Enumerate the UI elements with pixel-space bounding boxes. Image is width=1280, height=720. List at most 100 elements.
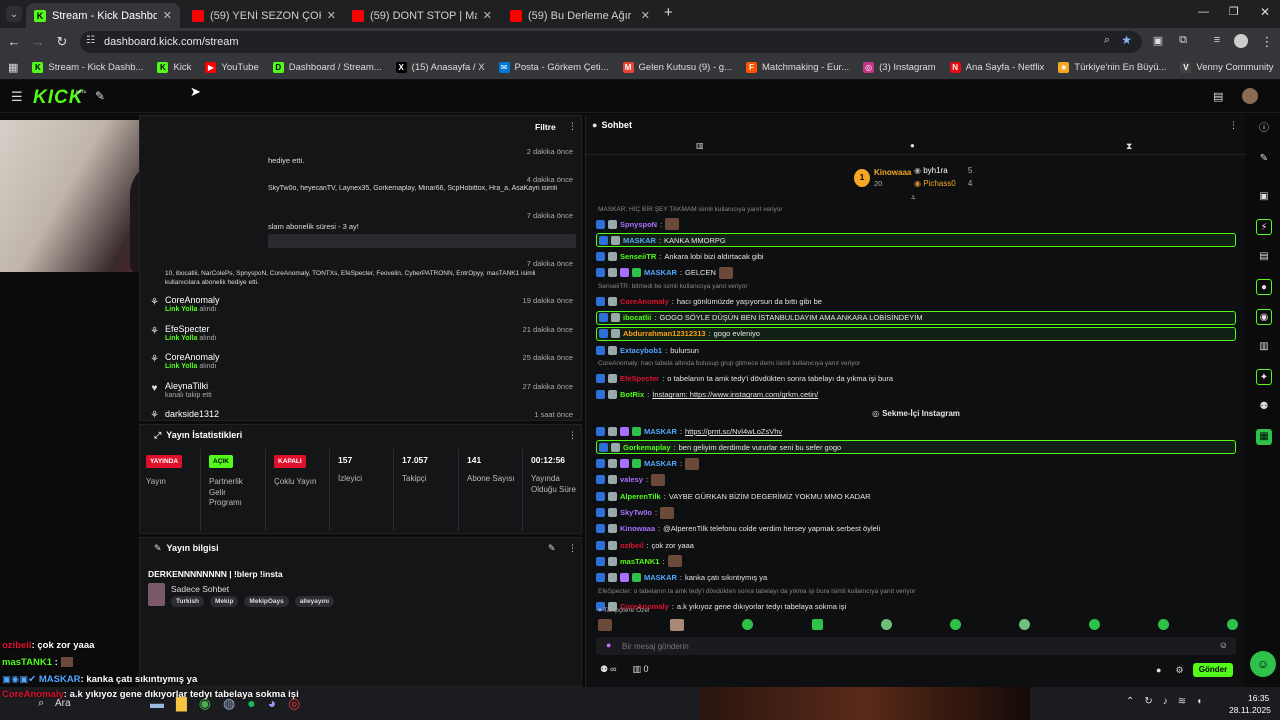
site-info-icon[interactable]: ☷ [86,35,95,46]
lightning-icon[interactable]: ⚡ [1256,219,1272,235]
tag[interactable]: Mekip [210,596,239,607]
chat-message[interactable]: MASKAR: [596,457,1236,471]
leader-name[interactable]: Pichass0 [923,179,955,188]
tab-youtube-2[interactable]: (59) DONT STOP | Madara Old ✕ [344,3,500,28]
file-explorer-icon[interactable]: ▇ [176,695,187,712]
emote-picker-icon[interactable]: ☺ [1219,640,1228,650]
volume-icon[interactable]: ◖ [1196,696,1202,707]
bookmark-item[interactable]: N Ana Sayfa - Netflix [949,62,1044,73]
leader-name[interactable]: Kinowaaa [874,168,911,177]
chat-username[interactable]: Gorkemaplay [623,443,671,452]
reading-list-icon[interactable]: ≡ [1209,34,1225,46]
category-name[interactable]: Sadece Sohbet [171,584,229,594]
chat-username[interactable]: MASKAR [623,236,656,245]
chat-username[interactable]: Kinowaaa [620,524,655,533]
hamburger-menu-icon[interactable]: ☰ [11,89,23,105]
chat-username[interactable]: Extacybob1 [620,346,662,355]
chat-message[interactable]: AlperenTilk: VAYBE GÜRKAN BİZİM DEGERİMİZ… [596,489,1236,503]
tab-kick-dashboard[interactable]: K Stream - Kick Dashboard ✕ [26,3,180,28]
chat-message[interactable]: valesy: [596,473,1236,487]
bookmark-item[interactable]: V Venny Community [1180,62,1274,73]
support-chat-button[interactable]: ☺ [1250,651,1276,677]
bookmark-item[interactable]: ▶ YouTube [205,62,259,73]
green-emote[interactable] [1019,619,1031,630]
grid-icon[interactable]: ▦ [1256,429,1272,445]
chat-message[interactable]: masTANK1: [596,554,1236,568]
green-emote[interactable] [880,619,892,630]
clock-date[interactable]: 28.11.2025 [1229,705,1271,715]
pin-icon[interactable]: ✎ [95,89,105,103]
clock-time[interactable]: 16:35 [1248,693,1269,703]
new-tab-button[interactable]: + [664,4,673,21]
zoom-icon[interactable]: ⌕ [1104,34,1110,47]
gifts-tab-icon[interactable]: ▥ [696,141,704,150]
wrench-icon[interactable]: ✦ [1256,369,1272,385]
tab-youtube-1[interactable]: (59) YENİ SEZON ÇOK FENA BA ✕ [184,3,344,28]
broadcast-icon[interactable]: ◉ [1256,309,1272,325]
bookmark-item[interactable]: ✉ Posta - Görkem Çeti... [498,62,609,73]
chat-message[interactable]: MASKAR: GELCEN [596,266,1236,280]
tab-list-dropdown-icon[interactable]: ⌄ [6,6,22,22]
chat-message[interactable]: CoreAnomaly: a.k yıkıyoz gene dıkıyorlar … [596,599,1236,613]
bookmark-item[interactable]: K Stream - Kick Dashb... [32,62,143,73]
leader-name[interactable]: byh1ra [923,166,947,175]
bookmark-item[interactable]: D Dashboard / Stream... [272,62,382,73]
bookmark-star-icon[interactable]: ★ [1121,33,1132,47]
chat-bubble-icon[interactable]: ● [1156,665,1161,676]
timer-tab-icon[interactable]: ⧗ [1126,141,1132,152]
chat-message[interactable]: Extacybob1: bulursun [596,343,1236,357]
layers-icon[interactable]: ▥ [1256,339,1272,355]
chat-username[interactable]: ozibeil [620,541,643,550]
screen-icon[interactable]: ▣ [1256,189,1272,205]
chat-username[interactable]: CoreAnomaly [620,297,669,306]
address-bar[interactable]: ☷ dashboard.kick.com/stream ⌕ ★ [80,31,1142,53]
tag[interactable]: MekipOays [244,596,289,607]
chat-username[interactable]: MASKAR [644,427,677,436]
instagram-embed-link[interactable]: ◎ Sekme-İçi Instagram [596,406,1236,420]
share-icon[interactable]: ⚉ [1256,399,1272,415]
chat-username[interactable]: valesy [620,475,643,484]
bookmark-item[interactable]: ◎ (3) Instagram [863,62,936,73]
more-options-icon[interactable]: ⋮ [568,543,577,554]
chat-username[interactable]: masTANK1 [620,557,659,566]
chat-username[interactable]: SkyTw0o [620,508,652,517]
extensions-puzzle-icon[interactable]: ⧉ [1175,34,1191,47]
gear-icon[interactable]: ⚙ [1175,665,1183,676]
forward-arrow-icon[interactable]: → [30,34,46,49]
event-username[interactable]: EfeSpecter [165,324,210,334]
chat-username[interactable]: Abdurrahman12312313 [623,329,706,338]
chat-username[interactable]: MASKAR [644,268,677,277]
green-emote[interactable] [1088,619,1100,630]
green-emote[interactable] [742,619,754,630]
chat-input[interactable] [622,639,1202,653]
chat-username[interactable]: MASKAR [644,459,677,468]
chat-message[interactable]: SpnyspoN: [596,217,1236,231]
close-tab-icon[interactable]: ✕ [163,9,172,22]
chat-icon[interactable]: ● [1256,279,1272,295]
close-tab-icon[interactable]: ✕ [483,9,492,22]
search-box[interactable]: ⌕ Ara [38,697,71,710]
chat-tab-icon[interactable]: ● [910,141,915,150]
close-tab-icon[interactable]: ✕ [641,9,650,22]
chrome-icon[interactable]: ◉ [199,695,211,712]
minimize-icon[interactable]: — [1198,6,1209,18]
tag[interactable]: alleyayını [294,596,335,607]
event-username[interactable]: darkside1312 [165,409,219,419]
discord-icon[interactable]: ◕ [268,695,276,712]
chat-username[interactable]: MASKAR [644,573,677,582]
microphone-icon[interactable]: ● [606,640,611,650]
chat-message[interactable]: MASKAR: kanka çatı sıkıntıymış ya [596,571,1236,585]
event-username[interactable]: CoreAnomaly [165,295,220,305]
back-arrow-icon[interactable]: ← [6,34,22,49]
info-icon[interactable]: ⓘ [1256,121,1272,137]
more-options-icon[interactable]: ⋮ [568,121,577,132]
clipboard-icon[interactable]: ▤ [1256,249,1272,265]
chat-message[interactable]: Gorkemaplay: ben geliyim derdimde vururla… [596,440,1236,455]
apps-grid-icon[interactable]: ▦ [8,61,18,74]
car-app-icon[interactable]: ▬ [150,695,164,712]
spotify-icon[interactable]: ● [247,695,255,712]
chat-message[interactable]: SkyTw0o: [596,506,1236,520]
chat-message[interactable]: Abdurrahman12312313: gogo evleniyo [596,326,1236,341]
chat-message[interactable]: ibocatlii: GOGO SÖYLE DÜŞÜN BEN İSTANBULD… [596,310,1236,325]
pen-icon[interactable]: ✎ [1256,151,1272,167]
